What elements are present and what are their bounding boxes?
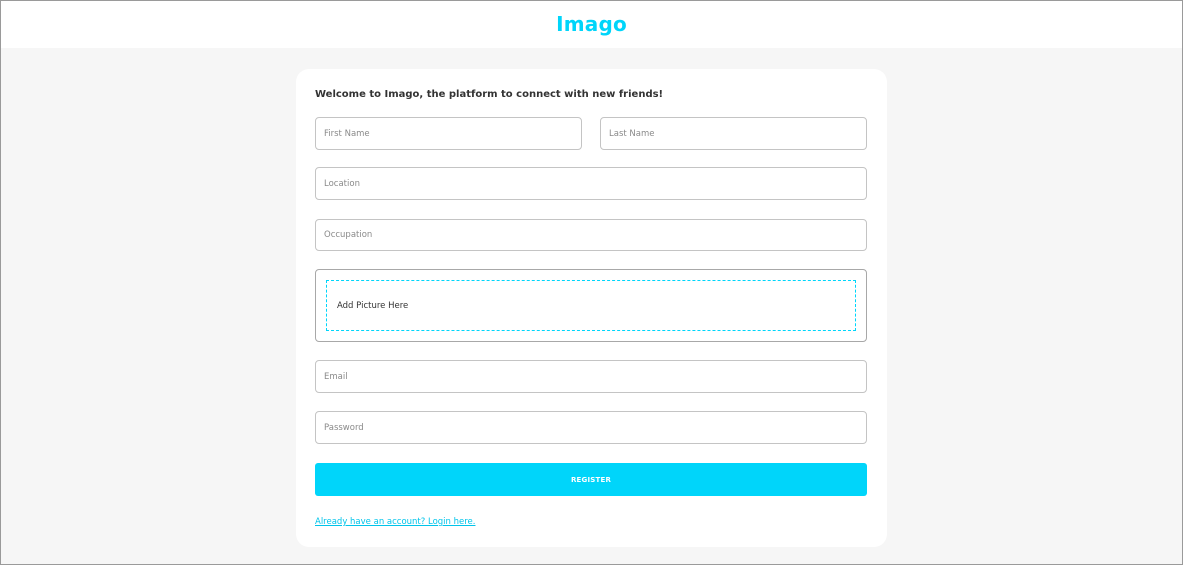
- location-input[interactable]: [315, 167, 867, 200]
- picture-dropzone-label: Add Picture Here: [337, 300, 409, 311]
- first-name-input[interactable]: [315, 117, 582, 150]
- register-button[interactable]: REGISTER: [315, 463, 867, 496]
- email-input[interactable]: [315, 360, 867, 393]
- last-name-input[interactable]: [600, 117, 867, 150]
- picture-upload-box: Add Picture Here: [315, 269, 867, 342]
- password-input[interactable]: [315, 411, 867, 444]
- occupation-input[interactable]: [315, 219, 867, 251]
- top-bar: Imago: [0, 0, 1183, 48]
- login-link[interactable]: Already have an account? Login here.: [315, 517, 475, 527]
- picture-dropzone[interactable]: Add Picture Here: [326, 280, 856, 331]
- register-card: Welcome to Imago, the platform to connec…: [296, 69, 887, 547]
- app-logo-title: Imago: [556, 12, 627, 36]
- welcome-message: Welcome to Imago, the platform to connec…: [315, 89, 664, 100]
